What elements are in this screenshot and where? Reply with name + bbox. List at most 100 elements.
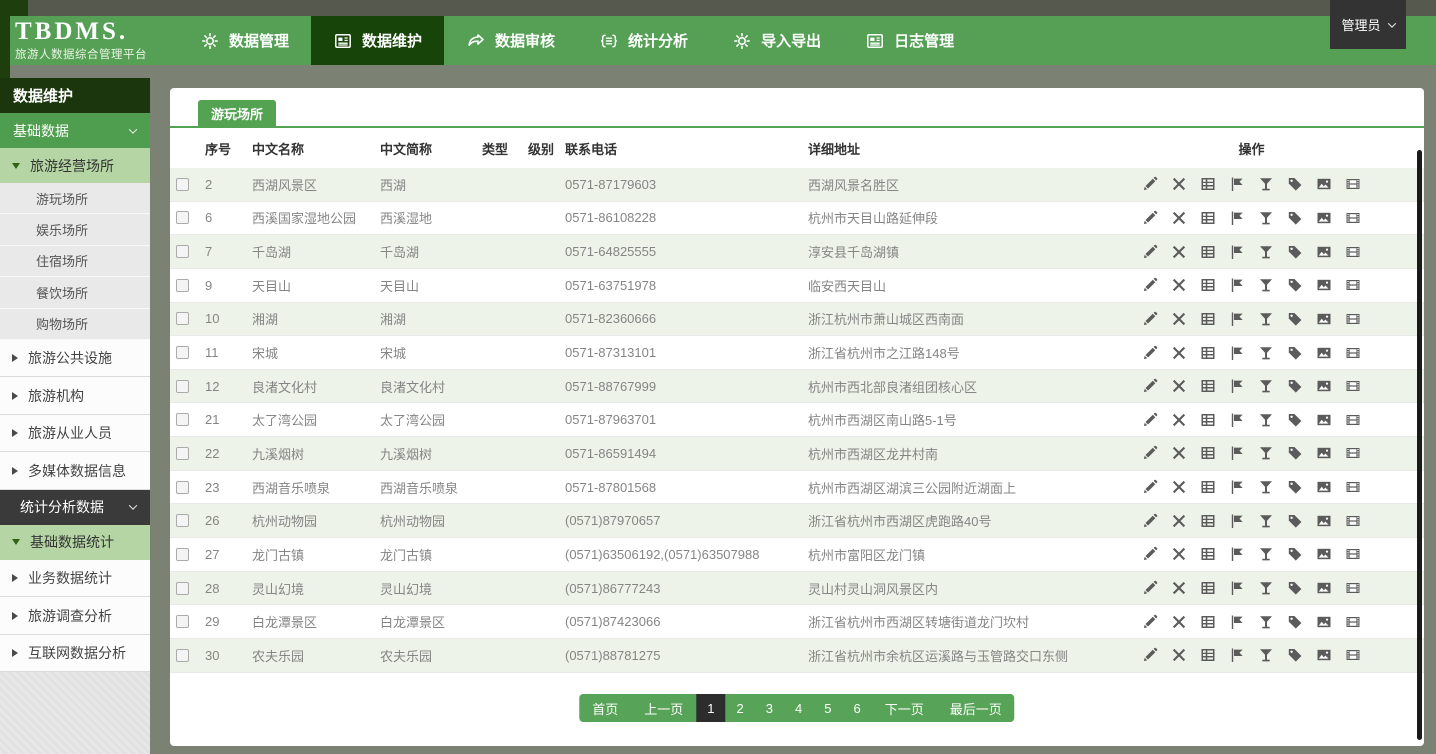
tag-icon[interactable]	[1287, 614, 1303, 630]
flag-icon[interactable]	[1229, 513, 1245, 529]
edit-icon[interactable]	[1142, 378, 1158, 394]
delete-icon[interactable]	[1171, 445, 1187, 461]
edit-icon[interactable]	[1142, 412, 1158, 428]
row-checkbox[interactable]	[176, 481, 189, 494]
flag-icon[interactable]	[1229, 311, 1245, 327]
detail-icon[interactable]	[1200, 647, 1216, 663]
delete-icon[interactable]	[1171, 345, 1187, 361]
flag-icon[interactable]	[1229, 580, 1245, 596]
detail-icon[interactable]	[1200, 479, 1216, 495]
flag-icon[interactable]	[1229, 176, 1245, 192]
detail-icon[interactable]	[1200, 412, 1216, 428]
detail-icon[interactable]	[1200, 546, 1216, 562]
flag-icon[interactable]	[1229, 244, 1245, 260]
sidebar-item-child[interactable]: 游玩场所	[0, 183, 150, 214]
delete-icon[interactable]	[1171, 614, 1187, 630]
sidebar-item-section[interactable]: 基础数据	[0, 113, 150, 148]
image-icon[interactable]	[1316, 580, 1332, 596]
detail-icon[interactable]	[1200, 513, 1216, 529]
film-icon[interactable]	[1345, 513, 1361, 529]
sidebar-item-parent[interactable]: 旅游经营场所	[0, 148, 150, 183]
row-checkbox[interactable]	[176, 245, 189, 258]
edit-icon[interactable]	[1142, 277, 1158, 293]
edit-icon[interactable]	[1142, 176, 1158, 192]
detail-icon[interactable]	[1200, 614, 1216, 630]
tag-icon[interactable]	[1287, 647, 1303, 663]
topnav-item[interactable]: 导入导出	[710, 16, 843, 65]
image-icon[interactable]	[1316, 311, 1332, 327]
film-icon[interactable]	[1345, 412, 1361, 428]
sidebar-item-parent[interactable]: 旅游从业人员	[0, 415, 150, 453]
image-icon[interactable]	[1316, 210, 1332, 226]
topnav-item[interactable]: 数据管理	[178, 16, 311, 65]
flag-icon[interactable]	[1229, 378, 1245, 394]
row-checkbox[interactable]	[176, 346, 189, 359]
page-button[interactable]: 下一页	[872, 694, 937, 722]
sidebar-item-parent[interactable]: 互联网数据分析	[0, 635, 150, 673]
image-icon[interactable]	[1316, 513, 1332, 529]
delete-icon[interactable]	[1171, 580, 1187, 596]
film-icon[interactable]	[1345, 244, 1361, 260]
film-icon[interactable]	[1345, 614, 1361, 630]
glass-icon[interactable]	[1258, 210, 1274, 226]
delete-icon[interactable]	[1171, 647, 1187, 663]
tag-icon[interactable]	[1287, 176, 1303, 192]
row-checkbox[interactable]	[176, 178, 189, 191]
glass-icon[interactable]	[1258, 244, 1274, 260]
tag-icon[interactable]	[1287, 580, 1303, 596]
tag-icon[interactable]	[1287, 546, 1303, 562]
glass-icon[interactable]	[1258, 176, 1274, 192]
delete-icon[interactable]	[1171, 546, 1187, 562]
detail-icon[interactable]	[1200, 378, 1216, 394]
detail-icon[interactable]	[1200, 580, 1216, 596]
row-checkbox[interactable]	[176, 312, 189, 325]
film-icon[interactable]	[1345, 546, 1361, 562]
glass-icon[interactable]	[1258, 311, 1274, 327]
film-icon[interactable]	[1345, 176, 1361, 192]
row-checkbox[interactable]	[176, 548, 189, 561]
tag-icon[interactable]	[1287, 378, 1303, 394]
tag-icon[interactable]	[1287, 244, 1303, 260]
row-checkbox[interactable]	[176, 413, 189, 426]
flag-icon[interactable]	[1229, 614, 1245, 630]
glass-icon[interactable]	[1258, 580, 1274, 596]
flag-icon[interactable]	[1229, 647, 1245, 663]
film-icon[interactable]	[1345, 277, 1361, 293]
image-icon[interactable]	[1316, 244, 1332, 260]
edit-icon[interactable]	[1142, 445, 1158, 461]
page-button[interactable]: 3	[755, 694, 784, 722]
delete-icon[interactable]	[1171, 479, 1187, 495]
sidebar-item-parent[interactable]: 旅游调查分析	[0, 597, 150, 635]
user-menu[interactable]: 管理员	[1330, 0, 1406, 49]
image-icon[interactable]	[1316, 176, 1332, 192]
row-checkbox[interactable]	[176, 380, 189, 393]
tag-icon[interactable]	[1287, 210, 1303, 226]
detail-icon[interactable]	[1200, 244, 1216, 260]
image-icon[interactable]	[1316, 412, 1332, 428]
edit-icon[interactable]	[1142, 647, 1158, 663]
row-checkbox[interactable]	[176, 514, 189, 527]
image-icon[interactable]	[1316, 546, 1332, 562]
page-button[interactable]: 4	[784, 694, 813, 722]
detail-icon[interactable]	[1200, 277, 1216, 293]
image-icon[interactable]	[1316, 277, 1332, 293]
glass-icon[interactable]	[1258, 378, 1274, 394]
row-checkbox[interactable]	[176, 649, 189, 662]
sidebar-item-parent[interactable]: 多媒体数据信息	[0, 452, 150, 490]
flag-icon[interactable]	[1229, 210, 1245, 226]
sidebar-item-child[interactable]: 住宿场所	[0, 246, 150, 277]
glass-icon[interactable]	[1258, 647, 1274, 663]
sidebar-item-parent[interactable]: 旅游公共设施	[0, 340, 150, 378]
topnav-item[interactable]: 统计分析	[577, 16, 710, 65]
image-icon[interactable]	[1316, 479, 1332, 495]
row-checkbox[interactable]	[176, 447, 189, 460]
sidebar-item-parent[interactable]: 旅游机构	[0, 377, 150, 415]
tag-icon[interactable]	[1287, 513, 1303, 529]
page-button[interactable]: 5	[813, 694, 842, 722]
row-checkbox[interactable]	[176, 211, 189, 224]
flag-icon[interactable]	[1229, 546, 1245, 562]
flag-icon[interactable]	[1229, 479, 1245, 495]
delete-icon[interactable]	[1171, 412, 1187, 428]
delete-icon[interactable]	[1171, 176, 1187, 192]
edit-icon[interactable]	[1142, 479, 1158, 495]
